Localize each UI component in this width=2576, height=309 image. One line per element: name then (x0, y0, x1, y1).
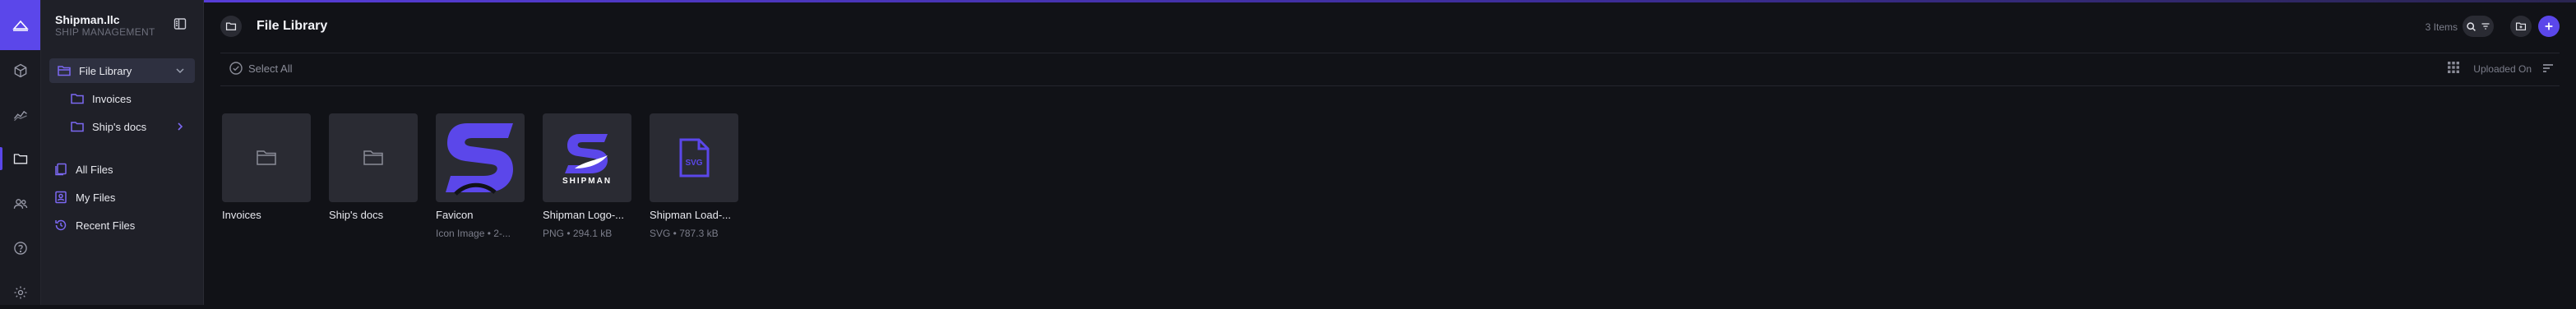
sidebar-item-label: Invoices (92, 92, 132, 105)
search-filter-button[interactable] (2463, 16, 2494, 37)
files-stack-icon (53, 161, 69, 178)
plus-icon (2545, 22, 2553, 30)
chevron-right-icon[interactable] (173, 120, 187, 133)
file-thumbnail: SVG (650, 113, 738, 202)
file-name: Favicon (436, 209, 474, 221)
add-button[interactable] (2538, 16, 2560, 37)
shipman-logo-icon[interactable] (0, 0, 40, 50)
file-name: Invoices (222, 209, 261, 221)
sidebar-item-all-files[interactable]: All Files (53, 157, 195, 182)
sidebar-item-recent-files[interactable]: Recent Files (53, 213, 195, 238)
folder-icon (69, 118, 86, 135)
sidebar-toggle-icon[interactable] (173, 16, 187, 31)
folder-icon (69, 90, 86, 107)
file-meta: SVG • 787.3 kB (650, 228, 719, 239)
folder-sidebar: Shipman.llc SHIP MANAGEMENT File Library… (41, 0, 204, 305)
file-name: Shipman Load-... (650, 209, 732, 221)
folder-icon (56, 62, 72, 79)
sidebar-item-my-files[interactable]: My Files (53, 185, 195, 210)
folder-icon (363, 150, 383, 165)
settings-icon[interactable] (0, 276, 40, 309)
folder-icon (220, 16, 242, 37)
new-folder-button[interactable] (2510, 16, 2532, 37)
file-thumbnail (329, 113, 418, 202)
sidebar-item-ships-docs[interactable]: Ship's docs (66, 114, 195, 139)
org-name: Shipman.llc (55, 13, 120, 26)
file-icon (679, 138, 710, 178)
items-count: 3 Items (2425, 21, 2458, 33)
page-title: File Library (257, 19, 328, 33)
file-tile[interactable]: Invoices (222, 113, 311, 221)
org-subtitle: SHIP MANAGEMENT (55, 26, 155, 38)
sidebar-item-label: All Files (76, 163, 113, 176)
sidebar-item-invoices[interactable]: Invoices (66, 86, 195, 111)
select-all-label: Select All (248, 62, 293, 75)
file-tile[interactable]: Ship's docs (329, 113, 418, 221)
shipman-logo-icon (565, 133, 608, 173)
icon-rail (0, 0, 41, 305)
sidebar-item-label: Ship's docs (92, 120, 147, 133)
folder-plus-icon (2515, 22, 2527, 30)
sidebar-item-file-library[interactable]: File Library (49, 58, 195, 83)
cube-icon[interactable] (0, 54, 40, 87)
svg-file-icon: SVG (678, 137, 710, 178)
chevron-down-icon[interactable] (173, 64, 187, 77)
folder-icon (257, 150, 276, 165)
file-tile[interactable]: SVG Shipman Load-... SVG • 787.3 kB (650, 113, 738, 239)
file-name: Shipman Logo-... (543, 209, 625, 221)
grid-view-icon[interactable] (2446, 60, 2461, 75)
filter-icon (2481, 23, 2490, 30)
file-meta: Icon Image • 2-... (436, 228, 511, 239)
svg-badge: SVG (685, 159, 703, 168)
folder-icon[interactable] (0, 142, 40, 175)
sidebar-item-label: File Library (79, 64, 132, 77)
sort-by-label[interactable]: Uploaded On (2473, 63, 2532, 75)
sidebar-item-label: Recent Files (76, 219, 136, 232)
toolbar-divider (220, 85, 2560, 86)
file-tile[interactable]: SHIPMAN Shipman Logo-... PNG • 294.1 kB (543, 113, 631, 239)
file-thumbnail (222, 113, 311, 202)
search-icon (2467, 21, 2477, 31)
file-meta: PNG • 294.1 kB (543, 228, 613, 239)
user-file-icon (53, 189, 69, 205)
history-icon (53, 217, 69, 233)
file-thumbnail: SHIPMAN (543, 113, 631, 202)
favicon-s-logo-icon (446, 123, 513, 196)
sidebar-item-label: My Files (76, 191, 116, 204)
sort-icon[interactable] (2541, 62, 2555, 75)
select-all-button[interactable]: Select All (229, 60, 292, 76)
file-name: Ship's docs (329, 209, 384, 221)
file-thumbnail (436, 113, 525, 202)
logo-wordmark: SHIPMAN (562, 176, 613, 186)
file-tile[interactable]: Favicon Icon Image • 2-... (436, 113, 525, 239)
users-icon[interactable] (0, 187, 40, 220)
check-circle-icon (229, 62, 243, 75)
trend-chart-icon[interactable] (0, 99, 40, 131)
help-icon[interactable] (0, 232, 40, 265)
main-content: File Library 3 Items Select All Uploaded… (204, 0, 2576, 305)
